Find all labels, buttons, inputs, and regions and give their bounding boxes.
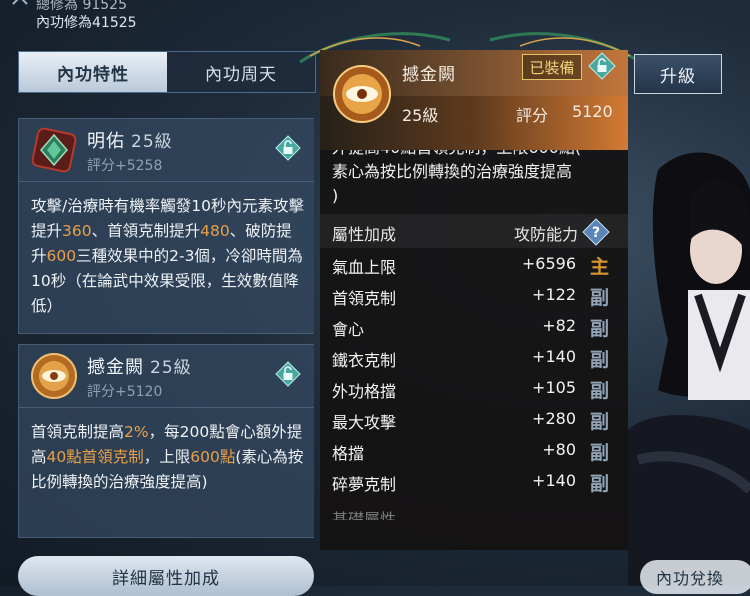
gem-skill-icon bbox=[29, 125, 79, 175]
detail-desc-line: 素心為按比例轉換的治療強度提高 bbox=[332, 162, 573, 181]
unlock-icon[interactable] bbox=[275, 361, 301, 387]
attribute-row: 會心 +82 副 bbox=[332, 316, 610, 340]
attribute-row: 最大攻擊 +280 副 bbox=[332, 409, 610, 433]
inner-exchange-button[interactable]: 內功兌換 bbox=[640, 560, 750, 594]
help-icon[interactable]: ? bbox=[582, 218, 610, 246]
detailed-attributes-button[interactable]: 詳細屬性加成 bbox=[18, 556, 314, 596]
skill-detail-panel: 撼金闕 已裝備 25級 評分 5120 外提高40點首領克制，上限600點( 素… bbox=[299, 32, 641, 550]
skill-description: 攻擊/治療時有機率觸發10秒內元素攻擊提升360、首領克制提升480、破防提升6… bbox=[31, 197, 304, 315]
skill-score: 評分+5120 bbox=[87, 384, 163, 400]
detail-level: 25級 bbox=[402, 106, 439, 125]
inner-cultivation-text: 內功修為41525 bbox=[36, 15, 137, 31]
skill-card-header: 撼金闕 25級 評分+5120 bbox=[19, 345, 314, 408]
unlock-icon[interactable] bbox=[588, 52, 616, 80]
skill-list: 明佑 25級 評分+5258 攻擊/治療時有機率觸發10秒內元素攻擊提升360、首… bbox=[18, 104, 314, 586]
skill-name: 撼金闕 bbox=[87, 357, 144, 378]
detail-score-value: 5120 bbox=[572, 102, 613, 121]
attribute-row: 外功格擋 +105 副 bbox=[332, 378, 610, 402]
equipped-badge: 已裝備 bbox=[522, 54, 582, 80]
skill-level: 25級 bbox=[131, 132, 173, 152]
attribute-row-cutoff: 基礎屬性 bbox=[332, 510, 397, 520]
attributes-header-right: 攻防能力 bbox=[514, 225, 579, 244]
skill-name-row: 明佑 25級 bbox=[87, 127, 173, 153]
attribute-row: 氣血上限 +6596 主 bbox=[332, 254, 610, 278]
upgrade-button[interactable]: 升級 bbox=[634, 54, 722, 94]
skill-level: 25級 bbox=[150, 358, 192, 378]
cultivation-info: 總修為 91525 內功修為41525 bbox=[36, 0, 137, 32]
character-figure bbox=[628, 130, 750, 586]
attribute-row: 首領克制 +122 副 bbox=[332, 285, 610, 309]
detail-desc-line: ) bbox=[332, 186, 339, 205]
tab-inner-traits[interactable]: 內功特性 bbox=[19, 52, 167, 92]
skill-name: 明佑 bbox=[87, 131, 125, 152]
attributes-header-left: 屬性加成 bbox=[332, 225, 397, 244]
detail-score-label: 評分 bbox=[516, 106, 549, 125]
attribute-row: 鐵衣克制 +140 副 bbox=[332, 347, 610, 371]
detail-title: 撼金闕 bbox=[402, 65, 456, 85]
skill-card-hanjinque[interactable]: 撼金闕 25級 評分+5120 首領克制提高2%，每200點會心額外提高40點首領… bbox=[18, 344, 314, 538]
detail-desc-line: 外提高40點首領克制，上限600點( bbox=[332, 150, 622, 160]
attributes-header: 屬性加成 攻防能力 ? bbox=[320, 214, 628, 248]
detail-header: 撼金闕 已裝備 25級 評分 5120 bbox=[320, 50, 628, 150]
skill-score: 評分+5258 bbox=[87, 158, 163, 174]
skill-card-header: 明佑 25級 評分+5258 bbox=[19, 119, 314, 182]
unlock-icon[interactable] bbox=[275, 135, 301, 161]
total-cultivation-text: 總修為 91525 bbox=[36, 0, 127, 13]
attribute-row: 碎夢克制 +140 副 bbox=[332, 471, 610, 495]
svg-text:?: ? bbox=[592, 225, 600, 241]
skill-description: 首領克制提高2%，每200點會心額外提高40點首領克制，上限600點(素心為按比… bbox=[31, 423, 304, 491]
attribute-row: 格擋 +80 副 bbox=[332, 440, 610, 464]
detail-description: 外提高40點首領克制，上限600點( 素心為按比例轉換的治療強度提高 ) bbox=[332, 150, 622, 208]
golden-eye-icon bbox=[29, 351, 79, 401]
detail-body[interactable]: 外提高40點首領克制，上限600點( 素心為按比例轉換的治療強度提高 ) 屬性加… bbox=[320, 150, 628, 550]
tab-bar: 內功特性 內功周天 bbox=[18, 51, 316, 93]
skill-name-row: 撼金闕 25級 bbox=[87, 353, 192, 379]
golden-eye-icon bbox=[330, 62, 394, 126]
skill-card-mingyou[interactable]: 明佑 25級 評分+5258 攻擊/治療時有機率觸發10秒內元素攻擊提升360、首… bbox=[18, 118, 314, 334]
menu-icon[interactable] bbox=[10, 0, 30, 14]
